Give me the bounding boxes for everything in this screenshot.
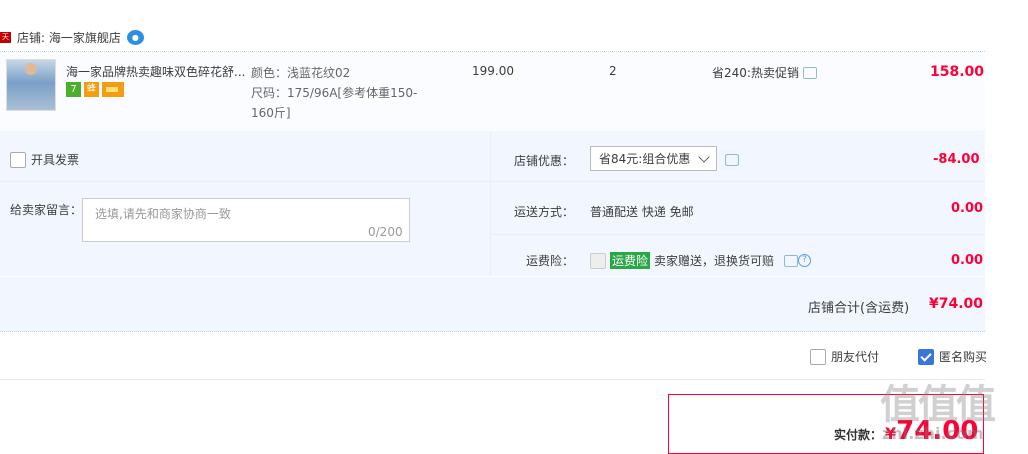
anonymous-option[interactable]: 匿名购买 (918, 348, 987, 365)
item-sku: 颜色：浅蓝花纹02 尺码：175/96A[参考体重150-160斤] (251, 63, 431, 123)
insurance-row: 运费险 卖家赠送，退换货可赔 ? (590, 252, 812, 269)
sku-size: 尺码：175/96A[参考体重150-160斤] (251, 86, 418, 120)
invoice-checkbox[interactable] (10, 151, 26, 168)
item-title[interactable]: 海一家品牌热卖趣味双色碎花舒... (66, 63, 246, 80)
discount-selected: 省84元:组合优惠 (599, 152, 691, 166)
watermark-logo: 值值值 (880, 382, 996, 428)
insurance-chat-icon[interactable] (784, 254, 799, 267)
insurance-text: 卖家赠送，退换货可赔 (654, 254, 775, 268)
service-badges: 7 蜂 (66, 82, 124, 97)
sku-color: 颜色：浅蓝花纹02 (251, 66, 351, 80)
discount-label: 店铺优惠： (513, 154, 574, 168)
product-thumbnail[interactable] (6, 59, 56, 111)
discount-chat-icon[interactable] (725, 154, 739, 166)
shop-total-label: 店铺合计(含运费) (808, 301, 910, 316)
shipping-method: 普通配送 快递 免邮 (590, 205, 694, 219)
message-char-count: 0/200 (368, 225, 403, 239)
message-placeholder: 选填,请先和商家协商一致 (95, 207, 231, 221)
friend-pay-label: 朋友代付 (831, 350, 880, 364)
item-promo: 省240:热卖促销 (712, 64, 817, 81)
tmall-icon: 天猫 (0, 31, 11, 52)
shipping-label: 运送方式： (513, 205, 574, 219)
card-icon (102, 82, 124, 97)
shop-name[interactable]: 店铺: 海一家旗舰店 (17, 29, 121, 46)
shipping-amount: 0.00 (951, 201, 984, 216)
shop-total-amount: ¥74.00 (929, 296, 984, 312)
chevron-down-icon (698, 151, 710, 163)
insurance-label: 运费险： (525, 254, 574, 268)
insurance-amount: 0.00 (951, 253, 984, 268)
help-icon[interactable]: ? (798, 254, 812, 267)
item-subtotal: 158.00 (930, 64, 985, 80)
invoice-option[interactable]: 开具发票 (10, 151, 79, 168)
chat-icon[interactable]: ● (126, 29, 144, 45)
service-icon: 蜂 (84, 82, 99, 97)
promo-text: 省240:热卖促销 (712, 66, 799, 80)
quantity: 2 (609, 64, 617, 78)
promo-chat-icon[interactable] (802, 66, 817, 79)
unit-price: 199.00 (472, 64, 514, 78)
seven-day-return-icon: 7 (66, 82, 81, 97)
friend-pay-option[interactable]: 朋友代付 (810, 348, 879, 365)
insurance-tag: 运费险 (610, 252, 651, 269)
discount-select[interactable]: 省84元:组合优惠 (590, 146, 717, 171)
discount-amount: -84.00 (933, 152, 980, 167)
insurance-checkbox (590, 252, 606, 269)
payment-label: 实付款： (834, 428, 883, 442)
shop-header: 天猫 店铺: 海一家旗舰店 ● (0, 24, 144, 52)
friend-pay-checkbox[interactable] (810, 348, 826, 365)
anonymous-label: 匿名购买 (939, 350, 988, 364)
invoice-label: 开具发票 (31, 153, 80, 167)
message-label: 给卖家留言： (10, 203, 83, 217)
watermark-text: zhi.zhi.com (882, 424, 984, 443)
anonymous-checkbox[interactable] (918, 348, 934, 365)
